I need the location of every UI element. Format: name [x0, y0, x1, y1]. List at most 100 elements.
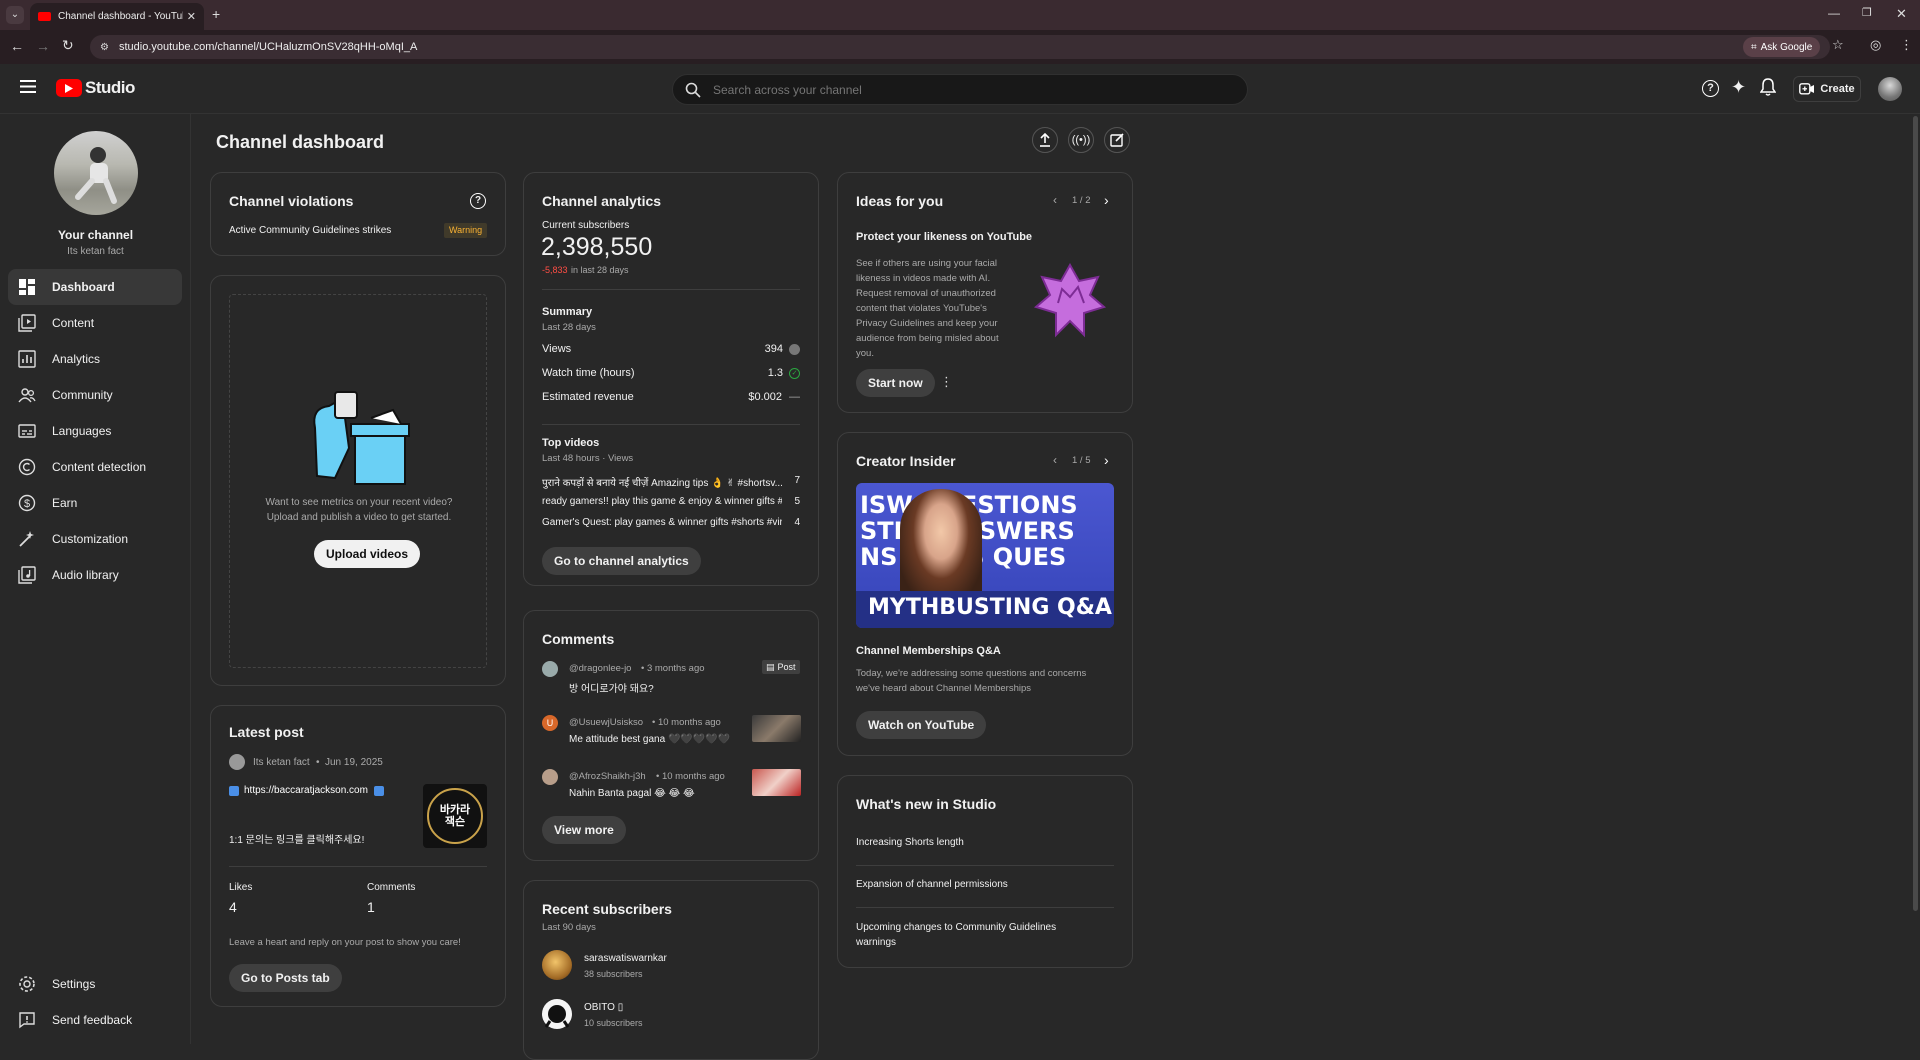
sidebar-item-label: Audio library: [52, 568, 119, 582]
subscriber-avatar[interactable]: [542, 950, 572, 980]
help-icon[interactable]: ?: [1702, 80, 1719, 97]
ideas-next-icon[interactable]: ›: [1104, 192, 1109, 208]
go-to-posts-button[interactable]: Go to Posts tab: [229, 964, 342, 992]
thumb-bottom-text: MYTHBUSTING Q&A: [868, 595, 1112, 620]
post-link[interactable]: https://baccaratjackson.com: [244, 785, 368, 796]
post-date: Jun 19, 2025: [325, 757, 383, 768]
create-post-icon[interactable]: [1104, 127, 1130, 153]
whats-new-item[interactable]: Upcoming changes to Community Guidelines…: [856, 920, 1066, 950]
upload-videos-button[interactable]: Upload videos: [314, 540, 421, 568]
insider-next-icon[interactable]: ›: [1104, 452, 1109, 468]
sidebar-item-send-feedback[interactable]: Send feedback: [8, 1002, 182, 1038]
browser-tab[interactable]: Channel dashboard - YouTube ✕: [30, 3, 204, 30]
sidebar-item-settings[interactable]: Settings: [8, 966, 182, 1002]
post-tag: ▤ Post: [762, 660, 800, 674]
go-live-icon[interactable]: ((•)): [1068, 127, 1094, 153]
back-icon[interactable]: ←: [10, 38, 24, 54]
post-text: 1:1 문의는 링크를 클릭해주세요!: [229, 835, 365, 846]
comment-user[interactable]: @UsuewjUsiskso: [569, 717, 643, 728]
restore-icon[interactable]: ❐: [1862, 6, 1872, 19]
profile-icon[interactable]: ◎: [1870, 37, 1881, 53]
sidebar-item-earn[interactable]: $ Earn: [8, 485, 182, 521]
sidebar-item-content-detection[interactable]: Content detection: [8, 449, 182, 485]
watch-on-youtube-button[interactable]: Watch on YouTube: [856, 711, 987, 739]
new-tab-button[interactable]: +: [212, 6, 220, 22]
top-video-row[interactable]: ready gamers!! play this game & enjoy & …: [542, 496, 800, 507]
sidebar-item-label: Send feedback: [52, 1013, 133, 1027]
subscriber-name[interactable]: OBITO ▯: [584, 1002, 623, 1013]
more-options-icon[interactable]: ⋮: [940, 374, 953, 390]
post-thumbnail[interactable]: 바카라 잭슨: [423, 784, 487, 848]
start-now-button[interactable]: Start now: [856, 369, 935, 397]
thumb-presenter: [900, 489, 982, 601]
sparkle-icon[interactable]: ✦: [1731, 77, 1746, 98]
sidebar-item-audio-library[interactable]: Audio library: [8, 557, 182, 593]
sidebar-item-label: Dashboard: [52, 280, 115, 294]
view-more-button[interactable]: View more: [542, 816, 626, 844]
comment-user[interactable]: @dragonlee-jo: [569, 663, 631, 674]
ideas-prev-icon[interactable]: ‹: [1053, 193, 1057, 207]
sidebar-item-dashboard[interactable]: Dashboard: [8, 269, 182, 305]
whats-new-item[interactable]: Expansion of channel permissions: [856, 879, 1008, 890]
video-plus-icon: [1799, 83, 1815, 95]
summary-row-views: Views 394: [542, 343, 800, 355]
address-bar[interactable]: ⚙ studio.youtube.com/channel/UCHaluzmOnS…: [90, 35, 1830, 59]
studio-logo[interactable]: Studio: [56, 78, 135, 98]
sidebar-item-analytics[interactable]: Analytics: [8, 341, 182, 377]
hamburger-menu-icon[interactable]: [20, 80, 36, 93]
summary-row-watch-time: Watch time (hours) 1.3 ✓: [542, 367, 800, 379]
go-to-analytics-button[interactable]: Go to channel analytics: [542, 547, 701, 575]
top-video-title: Gamer's Quest: play games & winner gifts…: [542, 517, 782, 528]
notifications-bell-icon[interactable]: [1760, 78, 1776, 96]
minimize-icon[interactable]: —: [1828, 6, 1840, 20]
sidebar-item-community[interactable]: Community: [8, 377, 182, 413]
warning-badge: Warning: [444, 223, 488, 238]
sidebar-item-languages[interactable]: Languages: [8, 413, 182, 449]
post-hint: Leave a heart and reply on your post to …: [229, 937, 461, 948]
browser-menu-icon[interactable]: ⋮: [1900, 37, 1913, 53]
search-bar[interactable]: [672, 74, 1248, 105]
comment-user[interactable]: @AfrozShaikh-j3h: [569, 771, 646, 782]
comment-video-thumbnail[interactable]: [752, 769, 801, 796]
svg-text:$: $: [24, 498, 30, 510]
top-video-row[interactable]: पुराने कपड़ों से बनाये नई चीज़ें Amazing…: [542, 475, 800, 489]
top-video-title: ready gamers!! play this game & enjoy & …: [542, 496, 782, 507]
bookmark-star-icon[interactable]: ☆: [1832, 37, 1844, 53]
create-label: Create: [1820, 83, 1855, 95]
subscriber-avatar[interactable]: [542, 999, 572, 1029]
top-video-row[interactable]: Gamer's Quest: play games & winner gifts…: [542, 517, 800, 528]
subscriber-name[interactable]: saraswatiswarnkar: [584, 953, 667, 964]
comments-card: Comments @dragonlee-jo • 3 months ago 방 …: [523, 610, 819, 861]
reload-icon[interactable]: ↻: [62, 37, 74, 54]
close-window-icon[interactable]: ✕: [1896, 6, 1907, 22]
community-icon: [18, 386, 36, 404]
insider-video-thumbnail[interactable]: ISW QUESTIONS STI & ANSWERS NS WERS QUES…: [856, 483, 1114, 628]
comment-video-thumbnail[interactable]: [752, 715, 801, 742]
subscribers-count: 2,398,550: [541, 233, 653, 261]
upload-prompt-line2: Upload and publish a video to get starte…: [266, 512, 452, 523]
account-avatar[interactable]: [1878, 77, 1902, 101]
sidebar-item-customization[interactable]: Customization: [8, 521, 182, 557]
sidebar-item-content[interactable]: Content: [8, 305, 182, 341]
site-info-icon[interactable]: ⚙: [100, 42, 109, 53]
dashboard-icon: [18, 278, 36, 296]
page-scrollbar[interactable]: [1913, 116, 1918, 911]
ideas-card: Ideas for you ‹ 1 / 2 › Protect your lik…: [837, 172, 1133, 413]
whats-new-card: What's new in Studio Increasing Shorts l…: [837, 775, 1133, 968]
channel-avatar[interactable]: [54, 131, 138, 215]
tab-list-button[interactable]: ⌄: [6, 6, 24, 24]
upload-icon[interactable]: [1032, 127, 1058, 153]
post-author-avatar: [229, 754, 245, 770]
violations-help-icon[interactable]: ?: [470, 193, 486, 209]
whats-new-item[interactable]: Increasing Shorts length: [856, 837, 964, 848]
insider-prev-icon[interactable]: ‹: [1053, 453, 1057, 467]
commenter-avatar: [542, 661, 558, 677]
close-tab-icon[interactable]: ✕: [187, 10, 196, 23]
search-input[interactable]: [713, 82, 1193, 97]
create-button[interactable]: Create: [1793, 76, 1861, 102]
ask-google-button[interactable]: ⌗ Ask Google: [1743, 37, 1821, 57]
top-video-views: 7: [794, 475, 800, 486]
top-videos-title: Top videos: [542, 437, 600, 449]
whats-new-divider: [856, 907, 1114, 908]
forward-icon[interactable]: →: [36, 38, 50, 54]
